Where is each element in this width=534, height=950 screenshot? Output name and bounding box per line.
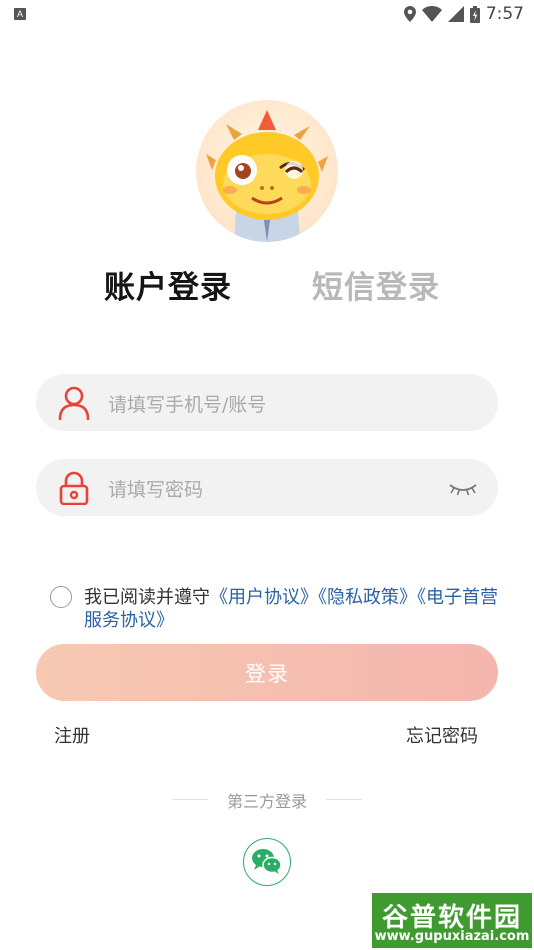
wechat-icon <box>252 849 282 874</box>
notification-icon: A <box>14 8 26 20</box>
privacy-policy-link[interactable]: 《隐私政策》 <box>318 587 417 608</box>
status-bar: A 7:57 <box>0 0 534 30</box>
mascot-avatar <box>196 100 338 242</box>
status-icons: 7:57 <box>403 4 524 24</box>
third-party-divider: 第三方登录 <box>0 788 534 812</box>
status-time: 7:57 <box>485 4 524 24</box>
agreement-prefix: 我已阅读并遵守 <box>84 587 210 608</box>
lock-icon <box>59 471 89 505</box>
login-button[interactable]: 登录 <box>36 644 498 701</box>
password-field[interactable]: 请填写密码 <box>36 459 498 516</box>
tab-account-login[interactable]: 账户登录 <box>104 262 232 307</box>
forgot-password-link[interactable]: 忘记密码 <box>406 722 478 748</box>
location-icon <box>403 6 416 22</box>
watermark-logo: 谷普软件园 www.gupuxiazai.com <box>372 893 532 948</box>
agreement-text: 我已阅读并遵守《用户协议》《隐私政策》《电子首营服务协议》 <box>84 586 504 632</box>
divider-line-right <box>326 799 362 800</box>
account-field[interactable]: 请填写手机号/账号 <box>36 374 498 431</box>
eye-closed-icon[interactable] <box>448 479 478 497</box>
battery-icon <box>469 5 480 23</box>
agreement-checkbox[interactable] <box>50 586 72 608</box>
password-input-placeholder: 请填写密码 <box>108 479 204 501</box>
third-party-label: 第三方登录 <box>226 792 307 811</box>
tab-sms-login[interactable]: 短信登录 <box>312 262 440 307</box>
user-agreement-link[interactable]: 《用户协议》 <box>210 587 318 608</box>
wifi-icon <box>421 6 442 22</box>
account-input-placeholder: 请填写手机号/账号 <box>108 394 267 416</box>
signal-icon <box>447 6 464 22</box>
login-tabs: 账户登录 短信登录 <box>0 262 534 306</box>
dragon-mascot-icon <box>206 110 328 242</box>
watermark-url: www.gupuxiazai.com <box>374 929 530 944</box>
register-link[interactable]: 注册 <box>54 722 90 748</box>
user-icon <box>58 386 90 420</box>
wechat-login-button[interactable] <box>243 838 291 886</box>
